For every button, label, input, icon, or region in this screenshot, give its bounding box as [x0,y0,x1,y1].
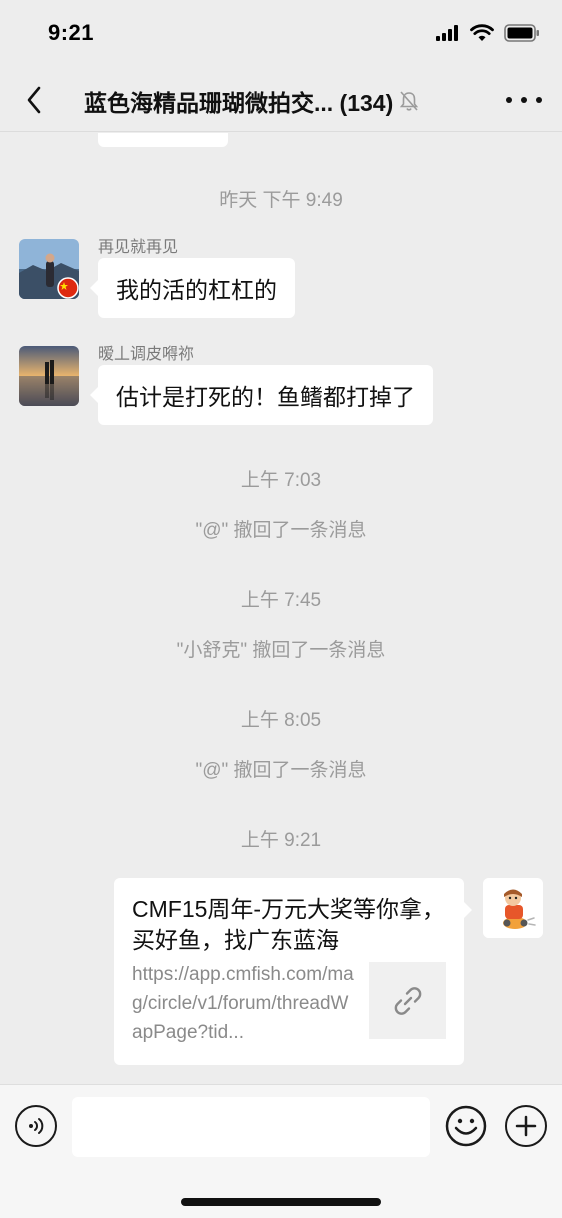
message-input[interactable] [72,1097,430,1157]
back-button[interactable] [14,80,54,120]
status-time: 9:21 [48,20,95,45]
ellipsis-icon [506,97,512,103]
timestamp: 上午 9:21 [240,830,322,851]
link-thumbnail [369,962,446,1039]
link-icon [394,986,421,1015]
chat-area[interactable]: 昨天 下午 9:49 再见就再见 我的活的杠杠的 暧丄调皮嘚祢 估计是打死的！鱼… [0,133,562,1084]
chat-title: 蓝色海精品珊瑚微拍交... (134) [84,90,394,116]
cartoon-avatar-icon [483,878,543,938]
system-message: "@" 撤回了一条消息 [195,760,367,781]
wifi-icon [470,24,494,41]
bell-slash-icon [400,91,419,111]
link-card[interactable]: CMF15周年-万元大奖等你拿，买好鱼，找广东蓝海 https://app.cm… [114,878,472,1065]
message-bubble[interactable]: 我的活的杠杠的 [90,258,295,318]
battery-icon [504,24,539,42]
timestamp: 上午 8:05 [240,710,322,731]
timestamp: 上午 7:45 [240,590,322,611]
plus-icon [515,1115,537,1137]
partial-message-bubble[interactable] [98,133,228,147]
voice-button[interactable] [15,1105,57,1147]
avatar[interactable] [19,346,79,406]
status-bar: 9:21 [0,0,562,66]
nav-bar: 蓝色海精品珊瑚微拍交... (134) [0,66,562,132]
link-title: CMF15周年-万元大奖等你拿，买好鱼，找广东蓝海 [132,896,446,953]
plus-button[interactable] [505,1105,547,1147]
link-description: https://app.cmfish.com/mag/circle/v1/for… [132,964,354,1043]
sender-name: 再见就再见 [98,239,179,256]
home-indicator [181,1198,381,1206]
timestamp: 昨天 下午 9:49 [219,190,343,211]
message-bubble[interactable]: 估计是打死的！鱼鳍都打掉了 [90,365,433,425]
nav-title-group[interactable]: 蓝色海精品珊瑚微拍交... (134) [84,84,419,118]
sender-name: 暧丄调皮嘚祢 [98,346,195,363]
user-avatar-icon [19,346,79,406]
system-message: "小舒克" 撤回了一条消息 [176,640,386,661]
emoji-button[interactable] [445,1105,487,1147]
flag-badge-icon [57,277,79,299]
cellular-signal-icon [436,25,458,41]
timestamp: 上午 7:03 [240,470,322,491]
chevron-left-icon [27,86,41,114]
status-icons [436,24,540,42]
system-message: "@" 撤回了一条消息 [195,520,367,541]
avatar[interactable] [19,239,79,299]
more-button[interactable] [506,88,542,112]
voice-icon [29,1118,44,1134]
smiley-icon [445,1105,487,1147]
my-avatar[interactable] [483,878,543,938]
